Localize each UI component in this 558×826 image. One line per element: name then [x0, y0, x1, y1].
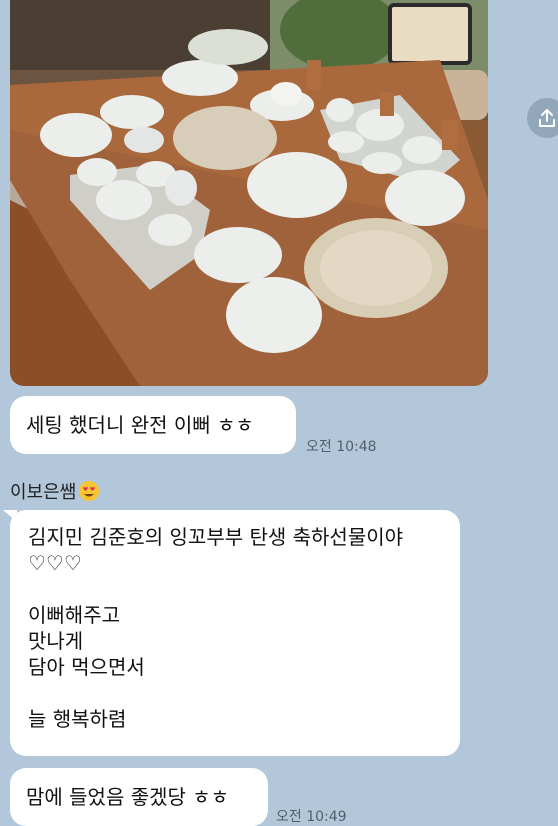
- message-line: 담아 먹으면서: [28, 655, 145, 679]
- message-time: 오전 10:49: [276, 809, 347, 825]
- message-line: [28, 576, 442, 602]
- message-bubble[interactable]: 세팅 했더니 완전 이뻐 ㅎㅎ: [10, 396, 296, 454]
- message-bubble[interactable]: 맘에 들었음 좋겠당 ㅎㅎ: [10, 768, 268, 826]
- message-text: 세팅 했더니 완전 이뻐 ㅎㅎ: [26, 413, 254, 437]
- photo-illustration: [10, 0, 488, 386]
- message-line: 맛나게: [28, 629, 84, 653]
- heart-eyes-emoji-icon: [79, 481, 100, 501]
- message-line: [28, 680, 442, 706]
- table-setting-photo[interactable]: [10, 0, 488, 386]
- message-line: 김지민 김준호의 잉꼬부부 탄생 축하선물이야: [28, 525, 404, 549]
- share-button[interactable]: [527, 98, 558, 138]
- message-time: 오전 10:48: [306, 439, 377, 455]
- message-line: 늘 행복하렴: [28, 707, 127, 731]
- message-bubble[interactable]: 김지민 김준호의 잉꼬부부 탄생 축하선물이야 ♡♡♡ 이뻐해주고 맛나게 담아…: [10, 510, 460, 756]
- sender-label: 이보은쌤: [10, 482, 77, 503]
- share-icon: [539, 109, 555, 127]
- message-line: 이뻐해주고: [28, 603, 120, 627]
- message-line: ♡♡♡: [28, 551, 82, 575]
- message-text: 맘에 들었음 좋겠당 ㅎㅎ: [26, 785, 230, 809]
- sender-name[interactable]: 이보은쌤: [10, 478, 100, 504]
